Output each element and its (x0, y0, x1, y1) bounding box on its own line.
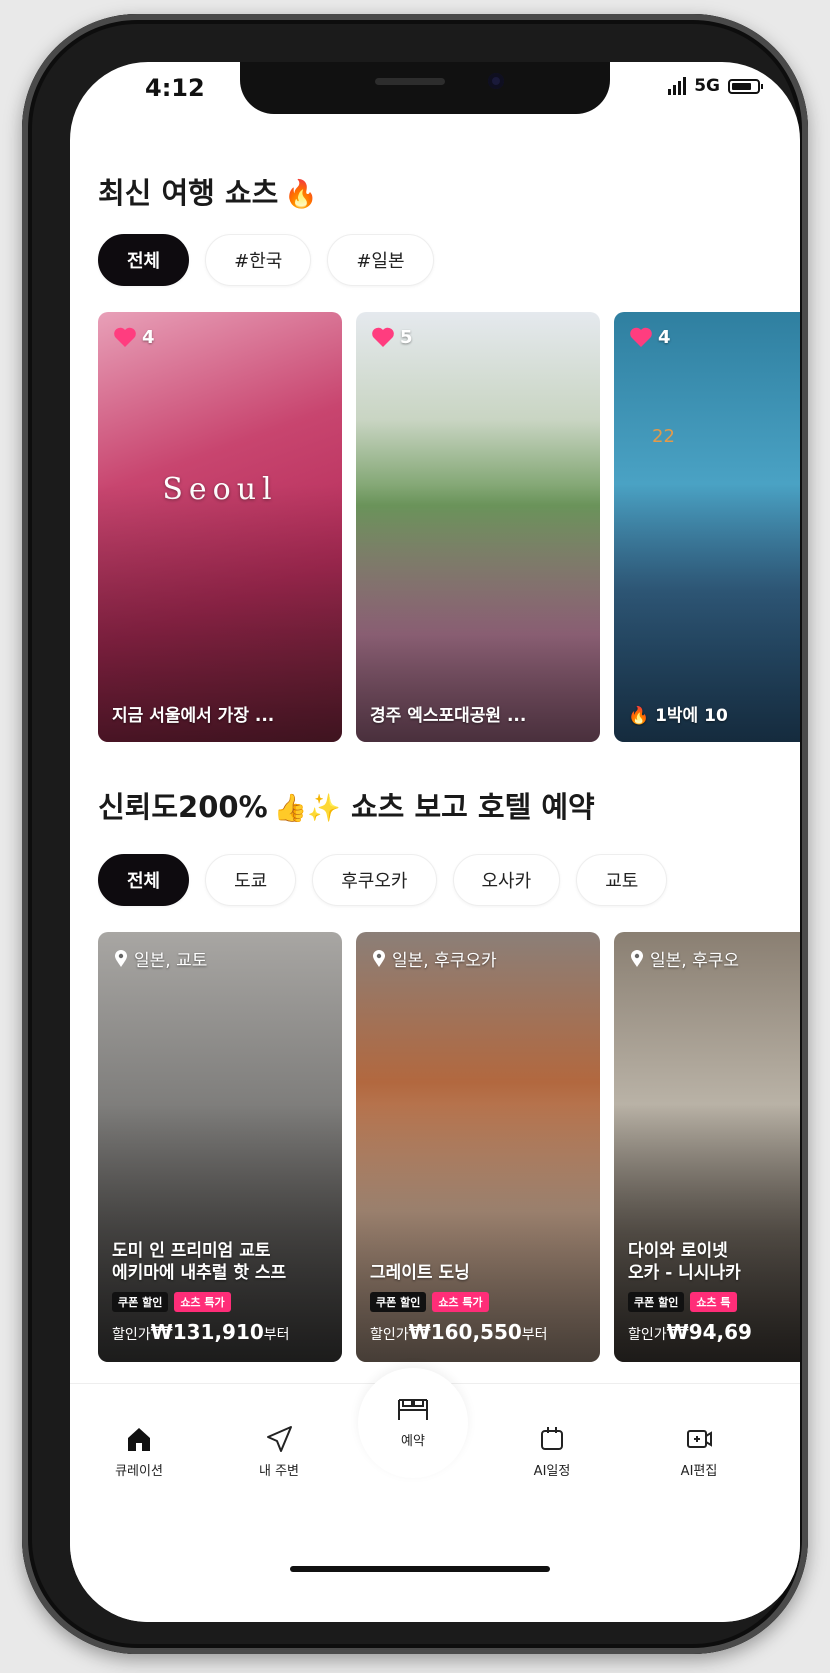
hotel-card[interactable]: 일본, 후쿠오카 그레이트 도닝 쿠폰 할인 쇼츠 특가 할인가₩160,550… (356, 932, 600, 1362)
phone-screen: 4:12 5G 최신 여행 쇼츠🔥 전체 #한국 #일본 Seoul 4 지금 … (70, 62, 800, 1622)
section-title-hotel-booking: 신뢰도200% 👍✨ 쇼츠 보고 호텔 예약 (98, 790, 595, 824)
location-pin-icon (115, 949, 127, 967)
chip-row-regions: 전체 #한국 #일본 (98, 234, 434, 286)
shorts-card[interactable]: Seoul 4 지금 서울에서 가장 ... (98, 312, 342, 742)
price-label: 할인가₩160,550부터 (370, 1320, 548, 1344)
shorts-deal-badge: 쇼츠 특 (690, 1292, 737, 1312)
notch (240, 62, 610, 114)
chip-row-cities: 전체 도쿄 후쿠오카 오사카 교토 (98, 854, 668, 906)
badge-row: 쿠폰 할인 쇼츠 특가 (112, 1292, 334, 1312)
chip-korea[interactable]: #한국 (205, 234, 312, 286)
video-overlay-number: 22 (652, 426, 675, 447)
navigation-icon (267, 1426, 292, 1452)
hotel-carousel: 일본, 교토 도미 인 프리미엄 교토 에키마에 내추럴 핫 스프 쿠폰 할인 … (98, 932, 800, 1362)
hotel-name-line1: 그레이트 도닝 (370, 1263, 470, 1283)
tab-booking[interactable]: 예약 (358, 1394, 468, 1449)
chip-kyoto[interactable]: 교토 (576, 854, 668, 906)
location-label: 일본, 후쿠오 (630, 946, 739, 971)
chip-all[interactable]: 전체 (98, 854, 190, 906)
video-edit-icon (687, 1430, 712, 1448)
thumbs-up-icon: 👍✨ (273, 793, 341, 824)
shorts-card[interactable]: 5 경주 엑스포대공원 ... (356, 312, 600, 742)
hotel-name-line2: 에키마에 내추럴 핫 스프 (112, 1263, 287, 1283)
coupon-badge: 쿠폰 할인 (628, 1292, 685, 1312)
location-pin-icon (373, 949, 385, 967)
likes-badge: 5 (370, 326, 413, 348)
battery-icon (728, 78, 763, 94)
home-indicator[interactable] (290, 1566, 550, 1572)
chip-all[interactable]: 전체 (98, 234, 190, 286)
hotel-card[interactable]: 일본, 후쿠오 다이와 로이넷 오카 - 니시나카 쿠폰 할인 쇼츠 특 할인가… (614, 932, 800, 1362)
likes-badge: 4 (112, 326, 155, 348)
heart-icon (372, 327, 394, 347)
location-label: 일본, 후쿠오카 (372, 946, 497, 971)
tab-nearby[interactable]: 내 주변 (224, 1424, 334, 1479)
hotel-name-line2: 오카 - 니시나카 (628, 1263, 741, 1283)
camera (488, 73, 504, 89)
chip-fukuoka[interactable]: 후쿠오카 (312, 854, 437, 906)
hotel-info: 다이와 로이넷 오카 - 니시나카 쿠폰 할인 쇼츠 특 할인가₩94,69 (628, 1240, 800, 1344)
price-label: 할인가₩131,910부터 (112, 1320, 290, 1344)
signal-icon (668, 77, 687, 95)
hotel-name-line1: 다이와 로이넷 (628, 1241, 728, 1261)
price-label: 할인가₩94,69 (628, 1320, 752, 1344)
coupon-badge: 쿠폰 할인 (112, 1292, 169, 1312)
shorts-caption: 지금 서울에서 가장 ... (112, 706, 275, 726)
shorts-carousel: Seoul 4 지금 서울에서 가장 ... 5 경주 엑스포대공원 ... 2… (98, 312, 800, 742)
chip-japan[interactable]: #일본 (327, 234, 434, 286)
shorts-caption: 경주 엑스포대공원 ... (370, 706, 527, 726)
shorts-deal-badge: 쇼츠 특가 (432, 1292, 489, 1312)
heart-icon (630, 327, 652, 347)
network-label: 5G (694, 76, 720, 96)
home-icon (128, 1428, 150, 1451)
calendar-ai-icon (541, 1427, 563, 1450)
status-icons: 5G (668, 76, 763, 96)
chip-tokyo[interactable]: 도쿄 (205, 854, 297, 906)
fire-icon: 🔥 (284, 179, 318, 210)
speaker (375, 78, 445, 85)
heart-icon (114, 327, 136, 347)
coupon-badge: 쿠폰 할인 (370, 1292, 427, 1312)
tab-curation[interactable]: 큐레이션 (84, 1424, 194, 1479)
fire-icon: 🔥 (628, 706, 650, 726)
chip-osaka[interactable]: 오사카 (452, 854, 561, 906)
tab-ai-schedule[interactable]: AI일정 (497, 1424, 607, 1479)
shorts-caption: 🔥 1박에 10 (628, 706, 728, 726)
likes-badge: 4 (628, 326, 671, 348)
tab-ai-edit[interactable]: AI편집 (644, 1424, 754, 1479)
status-time: 4:12 (145, 74, 205, 102)
hotel-card[interactable]: 일본, 교토 도미 인 프리미엄 교토 에키마에 내추럴 핫 스프 쿠폰 할인 … (98, 932, 342, 1362)
bed-icon (398, 1399, 428, 1420)
badge-row: 쿠폰 할인 쇼츠 특 (628, 1292, 800, 1312)
shorts-deal-badge: 쇼츠 특가 (174, 1292, 231, 1312)
hotel-info: 도미 인 프리미엄 교토 에키마에 내추럴 핫 스프 쿠폰 할인 쇼츠 특가 할… (112, 1240, 334, 1344)
section-title-latest-shorts: 최신 여행 쇼츠 🔥 (98, 176, 318, 210)
location-label: 일본, 교토 (114, 946, 207, 971)
badge-row: 쿠폰 할인 쇼츠 특가 (370, 1292, 592, 1312)
hotel-info: 그레이트 도닝 쿠폰 할인 쇼츠 특가 할인가₩160,550부터 (370, 1262, 592, 1344)
hotel-name-line1: 도미 인 프리미엄 교토 (112, 1241, 271, 1261)
shorts-card[interactable]: 22 4 🔥 1박에 10 (614, 312, 800, 742)
location-pin-icon (631, 949, 643, 967)
